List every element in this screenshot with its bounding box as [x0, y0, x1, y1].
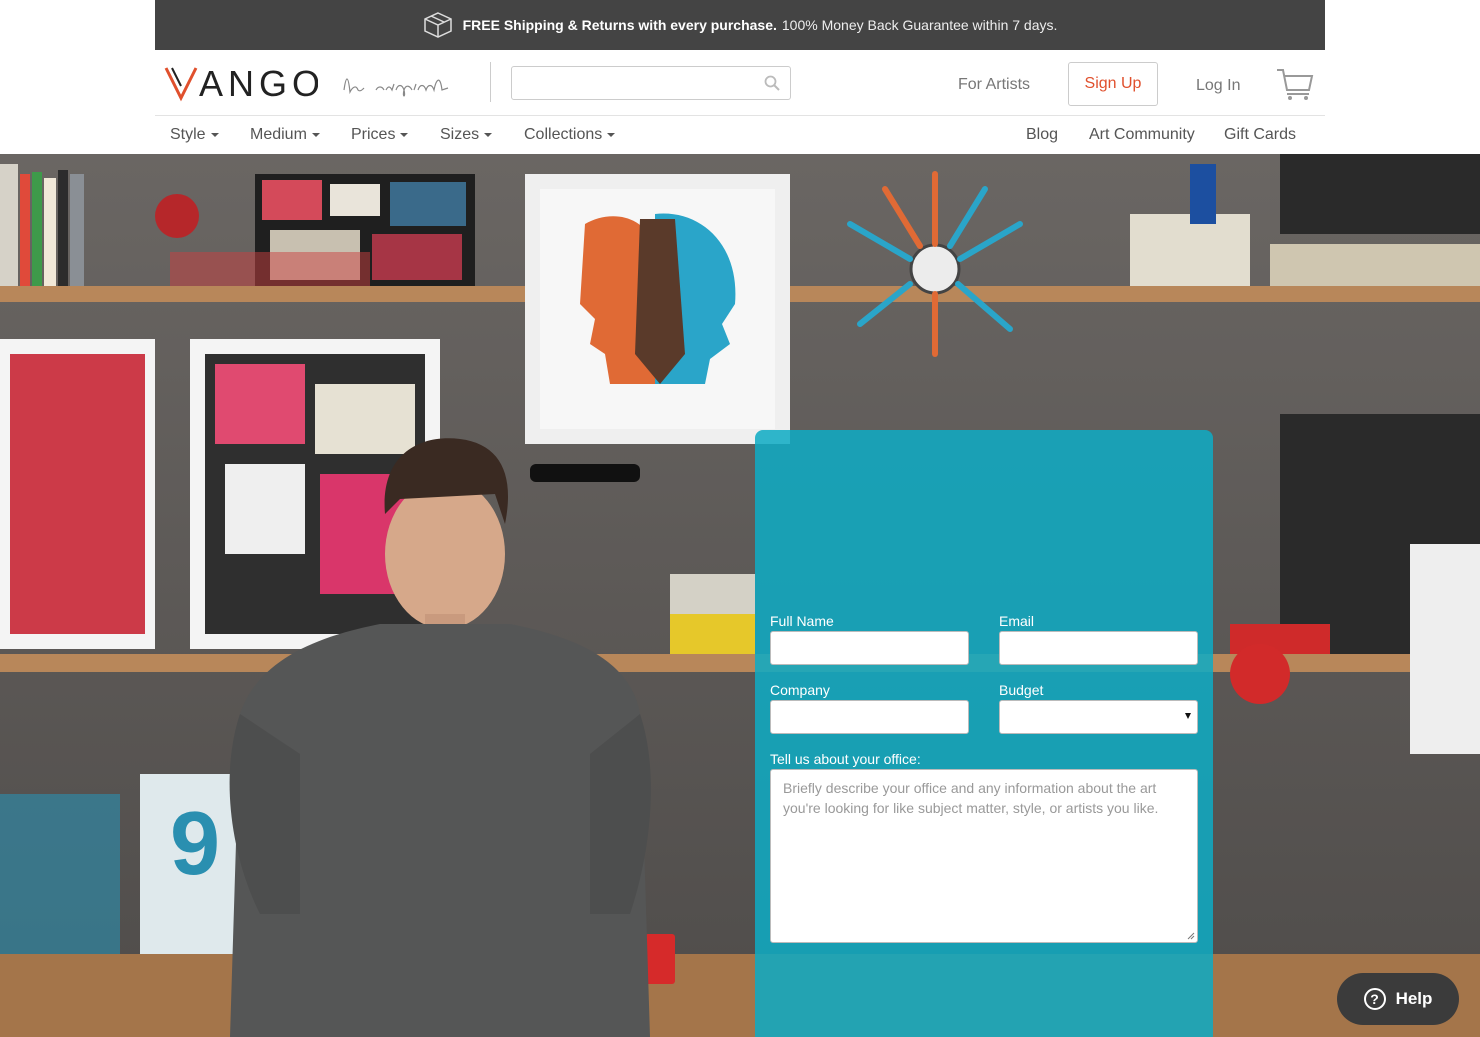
budget-label: Budget: [999, 682, 1044, 698]
vango-logo[interactable]: ANGO: [163, 60, 318, 104]
company-field[interactable]: [770, 700, 969, 734]
sign-up-button[interactable]: Sign Up: [1068, 62, 1158, 106]
caret-down-icon: [311, 132, 320, 137]
email-label: Email: [999, 613, 1035, 629]
search-box[interactable]: [511, 66, 791, 100]
email-input[interactable]: [1000, 632, 1197, 664]
category-nav: Style Medium Prices Sizes Collections Bl…: [155, 117, 1325, 153]
header-divider: [490, 62, 491, 102]
nav-prices[interactable]: Prices: [351, 126, 409, 144]
nav-blog[interactable]: Blog: [1026, 126, 1058, 144]
nav-prices-label: Prices: [351, 126, 396, 143]
nav-medium[interactable]: Medium: [250, 126, 320, 144]
resize-handle-icon[interactable]: [1187, 932, 1195, 940]
company-label: Company: [770, 682, 830, 698]
promo-bold-text: FREE Shipping & Returns with every purch…: [462, 17, 777, 33]
full-name-input[interactable]: [771, 632, 968, 664]
caret-down-icon: [484, 132, 493, 137]
svg-text:ANGO: ANGO: [199, 63, 318, 104]
dropdown-arrow-icon: [1185, 713, 1191, 719]
nav-style-label: Style: [170, 126, 206, 143]
promo-banner: FREE Shipping & Returns with every purch…: [155, 0, 1325, 50]
nav-style[interactable]: Style: [170, 126, 219, 144]
email-field[interactable]: [999, 631, 1198, 665]
tagline-signature: [343, 78, 449, 97]
company-input[interactable]: [771, 701, 968, 733]
budget-select[interactable]: [999, 700, 1198, 734]
help-label: Help: [1395, 989, 1433, 1008]
search-icon[interactable]: [764, 75, 780, 91]
svg-text:9: 9: [170, 794, 220, 894]
site-header: ANGO For Artists Sign Up Log In: [155, 50, 1325, 116]
nav-sizes-label: Sizes: [440, 126, 480, 143]
question-mark-icon: ?: [1363, 988, 1386, 1010]
full-name-label: Full Name: [770, 613, 834, 629]
search-input[interactable]: [512, 67, 752, 99]
nav-art-community[interactable]: Art Community: [1089, 126, 1195, 144]
full-name-field[interactable]: [770, 631, 969, 665]
office-description-label: Tell us about your office:: [770, 751, 921, 767]
caret-down-icon: [400, 132, 409, 137]
hero-photo: 9: [0, 154, 1480, 1037]
log-in-link[interactable]: Log In: [1196, 77, 1240, 95]
for-artists-link[interactable]: For Artists: [958, 76, 1030, 94]
office-description-field[interactable]: [770, 769, 1198, 943]
nav-collections-label: Collections: [524, 126, 603, 143]
office-inquiry-form: Full Name Email Company Budget Tell us a…: [755, 430, 1213, 1037]
box-icon: [423, 12, 452, 38]
caret-down-icon: [607, 132, 616, 137]
nav-medium-label: Medium: [250, 126, 307, 143]
help-button[interactable]: ? Help: [1337, 973, 1459, 1025]
office-scene-illustration: 9: [0, 154, 1480, 1037]
caret-down-icon: [210, 132, 219, 137]
nav-gift-cards[interactable]: Gift Cards: [1224, 126, 1296, 144]
nav-sizes[interactable]: Sizes: [440, 126, 493, 144]
promo-text: 100% Money Back Guarantee within 7 days.: [781, 17, 1058, 33]
nav-collections[interactable]: Collections: [524, 126, 616, 144]
office-description-textarea[interactable]: [771, 770, 1197, 942]
cart-icon[interactable]: [1275, 66, 1315, 102]
